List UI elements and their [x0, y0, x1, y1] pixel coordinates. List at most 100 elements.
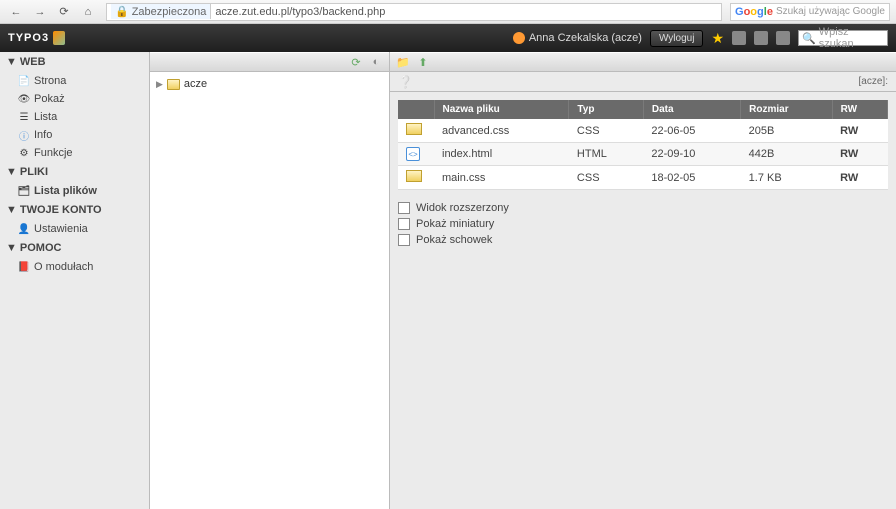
css-file-icon: [406, 170, 422, 182]
file-rw: RW: [832, 166, 887, 190]
file-size: 1.7 KB: [741, 166, 832, 190]
search-placeholder: Szukaj używając Google: [776, 6, 885, 17]
sidebar-item-omodulach[interactable]: 📕O modułach: [0, 258, 149, 276]
section-konto[interactable]: ▼TWOJE KONTO: [0, 200, 149, 220]
view-option[interactable]: Widok rozszerzony: [398, 200, 888, 216]
html-file-icon: <>: [406, 147, 420, 161]
lock-icon: 🔒: [115, 5, 129, 18]
col-date[interactable]: Data: [643, 100, 740, 119]
file-type: HTML: [569, 143, 643, 166]
col-type[interactable]: Typ: [569, 100, 643, 119]
table-row[interactable]: main.cssCSS18-02-051.7 KBRW: [398, 166, 888, 190]
table-row[interactable]: <> index.htmlHTML22-09-10442BRW: [398, 143, 888, 166]
col-name[interactable]: Nazwa pliku: [434, 100, 569, 119]
section-pomoc[interactable]: ▼POMOC: [0, 238, 149, 258]
col-icon: [398, 100, 434, 119]
view-option[interactable]: Pokaż schowek: [398, 232, 888, 248]
file-size: 205B: [741, 119, 832, 143]
col-size[interactable]: Rozmiar: [741, 100, 832, 119]
checkbox-icon[interactable]: [398, 234, 410, 246]
user-icon: [513, 32, 525, 44]
sidebar-item-info[interactable]: ⓘInfo: [0, 126, 149, 144]
sidebar-item-funkcje[interactable]: ⚙Funkcje: [0, 144, 149, 162]
tree-root[interactable]: ▶ acze: [156, 78, 383, 90]
view-option[interactable]: Pokaż miniatury: [398, 216, 888, 232]
home-button[interactable]: ⌂: [78, 3, 98, 21]
logout-button[interactable]: Wyloguj: [650, 30, 703, 47]
gear-icon: ⚙: [18, 147, 30, 159]
option-label: Widok rozszerzony: [416, 202, 509, 214]
css-file-icon: [406, 123, 422, 135]
breadcrumb: [acze]:: [859, 76, 888, 87]
list-icon: ☰: [18, 111, 30, 123]
file-rw: RW: [832, 119, 887, 143]
sidebar-item-strona[interactable]: 📄Strona: [0, 72, 149, 90]
reload-button[interactable]: ⟳: [54, 3, 74, 21]
checkbox-icon[interactable]: [398, 218, 410, 230]
star-icon[interactable]: ★: [711, 30, 724, 47]
content-toolbar: 📁 ⬆: [390, 52, 896, 72]
sidebar-item-pokaz[interactable]: 👁Pokaż: [0, 90, 149, 108]
new-folder-icon[interactable]: 📁: [396, 55, 410, 69]
col-rw[interactable]: RW: [832, 100, 887, 119]
cache-icon[interactable]: [732, 31, 746, 45]
section-pliki[interactable]: ▼PLIKI: [0, 162, 149, 182]
google-icon: Google: [735, 6, 773, 18]
view-options: Widok rozszerzony Pokaż miniatury Pokaż sc…: [398, 200, 888, 248]
book-icon: 📕: [18, 261, 30, 273]
table-row[interactable]: advanced.cssCSS22-06-05205BRW: [398, 119, 888, 143]
folder-icon: [167, 79, 180, 90]
file-type: CSS: [569, 166, 643, 190]
user-area: Anna Czekalska (acze): [513, 32, 642, 44]
forward-button[interactable]: →: [30, 3, 50, 21]
file-type: CSS: [569, 119, 643, 143]
file-name: index.html: [434, 143, 569, 166]
shortcut-icon[interactable]: [754, 31, 768, 45]
content-pane: 📁 ⬆ ❔ [acze]: Nazwa pliku Typ Data Rozmi…: [390, 52, 896, 509]
url-text: acze.zut.edu.pl/typo3/backend.php: [215, 6, 385, 18]
file-name: advanced.css: [434, 119, 569, 143]
content-subbar: ❔ [acze]:: [390, 72, 896, 92]
workspace-icon[interactable]: [776, 31, 790, 45]
file-rw: RW: [832, 143, 887, 166]
tree-toolbar: ⟳ ◐: [150, 52, 389, 72]
app-header: TYPO3 Anna Czekalska (acze) Wyloguj ★ 🔍 …: [0, 24, 896, 52]
file-name: main.css: [434, 166, 569, 190]
collapse-icon[interactable]: ◐: [369, 55, 383, 69]
section-web[interactable]: ▼WEB: [0, 52, 149, 72]
header-search[interactable]: 🔍 Wpisz szukan: [798, 30, 888, 46]
back-button[interactable]: ←: [6, 3, 26, 21]
option-label: Pokaż schowek: [416, 234, 492, 246]
file-table: Nazwa pliku Typ Data Rozmiar RW advanced…: [398, 100, 888, 190]
secure-badge: 🔒 Zabezpieczona: [111, 4, 211, 19]
header-search-placeholder: Wpisz szukan: [819, 26, 884, 50]
upload-icon[interactable]: ⬆: [416, 55, 430, 69]
logo-text: TYPO3: [8, 32, 49, 44]
file-date: 18-02-05: [643, 166, 740, 190]
browser-search[interactable]: Google Szukaj używając Google: [730, 3, 890, 21]
user-name: Anna Czekalska (acze): [529, 32, 642, 44]
sidebar-item-lista[interactable]: ☰Lista: [0, 108, 149, 126]
tree-root-label: acze: [184, 78, 207, 90]
browser-toolbar: ← → ⟳ ⌂ 🔒 Zabezpieczona acze.zut.edu.pl/…: [0, 0, 896, 24]
logo: TYPO3: [8, 31, 65, 45]
checkbox-icon[interactable]: [398, 202, 410, 214]
expand-arrow-icon[interactable]: ▶: [156, 79, 163, 90]
option-label: Pokaż miniatury: [416, 218, 494, 230]
sidebar-item-lista-plikow[interactable]: 🗂Lista plików: [0, 182, 149, 200]
logo-mark-icon: [53, 31, 65, 45]
eye-icon: 👁: [18, 93, 30, 105]
help-icon[interactable]: ❔: [398, 75, 413, 89]
file-tree-pane: ⟳ ◐ ▶ acze: [150, 52, 390, 509]
secure-label: Zabezpieczona: [132, 6, 207, 18]
url-bar[interactable]: 🔒 Zabezpieczona acze.zut.edu.pl/typo3/ba…: [106, 3, 722, 21]
user-settings-icon: 👤: [18, 223, 30, 235]
sidebar-item-ustawienia[interactable]: 👤Ustawienia: [0, 220, 149, 238]
page-icon: 📄: [18, 75, 30, 87]
files-icon: 🗂: [18, 185, 30, 197]
module-sidebar: ▼WEB 📄Strona 👁Pokaż ☰Lista ⓘInfo ⚙Funkcj…: [0, 52, 150, 509]
file-size: 442B: [741, 143, 832, 166]
file-date: 22-09-10: [643, 143, 740, 166]
search-icon: 🔍: [802, 32, 816, 45]
refresh-icon[interactable]: ⟳: [349, 55, 363, 69]
